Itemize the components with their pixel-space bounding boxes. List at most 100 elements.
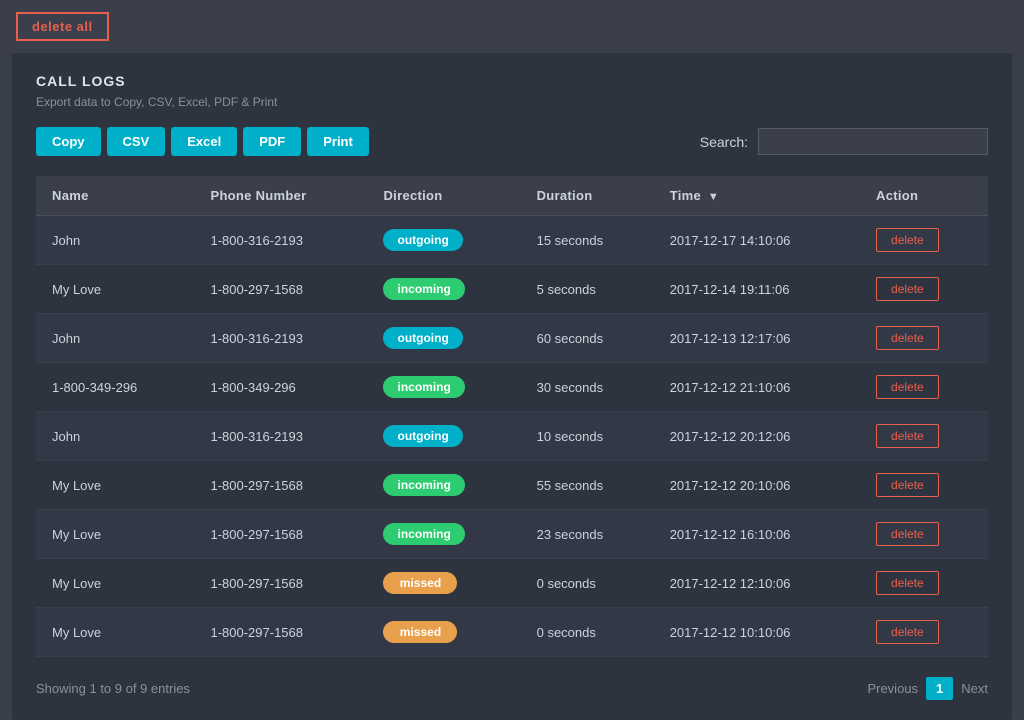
- col-direction: Direction: [367, 176, 520, 216]
- cell-name: John: [36, 216, 194, 265]
- cell-name: My Love: [36, 559, 194, 608]
- cell-name: My Love: [36, 461, 194, 510]
- delete-row-button[interactable]: delete: [876, 375, 939, 399]
- cell-direction: incoming: [367, 363, 520, 412]
- previous-button[interactable]: Previous: [867, 681, 918, 696]
- cell-action: delete: [860, 265, 988, 314]
- table-row: John 1-800-316-2193 outgoing 15 seconds …: [36, 216, 988, 265]
- cell-phone: 1-800-297-1568: [194, 265, 367, 314]
- cell-action: delete: [860, 314, 988, 363]
- export-csv-button[interactable]: CSV: [107, 127, 166, 156]
- cell-time: 2017-12-12 16:10:06: [654, 510, 860, 559]
- cell-time: 2017-12-14 19:11:06: [654, 265, 860, 314]
- cell-duration: 0 seconds: [521, 608, 654, 657]
- cell-time: 2017-12-13 12:17:06: [654, 314, 860, 363]
- next-button[interactable]: Next: [961, 681, 988, 696]
- search-area: Search:: [700, 128, 988, 155]
- cell-duration: 10 seconds: [521, 412, 654, 461]
- cell-direction: missed: [367, 559, 520, 608]
- delete-all-button[interactable]: delete all: [16, 12, 109, 41]
- table-header-row: Name Phone Number Direction Duration Tim…: [36, 176, 988, 216]
- cell-time: 2017-12-12 20:10:06: [654, 461, 860, 510]
- direction-badge: outgoing: [383, 327, 462, 349]
- cell-name: John: [36, 314, 194, 363]
- cell-phone: 1-800-297-1568: [194, 510, 367, 559]
- delete-row-button[interactable]: delete: [876, 571, 939, 595]
- search-input[interactable]: [758, 128, 988, 155]
- section-title: CALL LOGS: [36, 73, 988, 89]
- col-time[interactable]: Time ▼: [654, 176, 860, 216]
- table-row: My Love 1-800-297-1568 missed 0 seconds …: [36, 608, 988, 657]
- cell-time: 2017-12-12 12:10:06: [654, 559, 860, 608]
- cell-name: John: [36, 412, 194, 461]
- cell-time: 2017-12-12 10:10:06: [654, 608, 860, 657]
- section-subtitle: Export data to Copy, CSV, Excel, PDF & P…: [36, 95, 988, 109]
- cell-action: delete: [860, 412, 988, 461]
- cell-duration: 23 seconds: [521, 510, 654, 559]
- cell-phone: 1-800-316-2193: [194, 412, 367, 461]
- footer: Showing 1 to 9 of 9 entries Previous 1 N…: [36, 677, 988, 700]
- current-page[interactable]: 1: [926, 677, 953, 700]
- cell-duration: 15 seconds: [521, 216, 654, 265]
- delete-row-button[interactable]: delete: [876, 522, 939, 546]
- export-pdf-button[interactable]: PDF: [243, 127, 301, 156]
- toolbar: CopyCSVExcelPDFPrint Search:: [36, 127, 988, 156]
- cell-duration: 60 seconds: [521, 314, 654, 363]
- cell-time: 2017-12-12 20:12:06: [654, 412, 860, 461]
- table-row: My Love 1-800-297-1568 incoming 55 secon…: [36, 461, 988, 510]
- call-logs-table: Name Phone Number Direction Duration Tim…: [36, 176, 988, 657]
- cell-direction: incoming: [367, 265, 520, 314]
- cell-time: 2017-12-17 14:10:06: [654, 216, 860, 265]
- cell-direction: incoming: [367, 461, 520, 510]
- table-row: My Love 1-800-297-1568 missed 0 seconds …: [36, 559, 988, 608]
- direction-badge: outgoing: [383, 425, 462, 447]
- cell-direction: missed: [367, 608, 520, 657]
- col-phone: Phone Number: [194, 176, 367, 216]
- cell-direction: outgoing: [367, 216, 520, 265]
- cell-name: My Love: [36, 265, 194, 314]
- delete-row-button[interactable]: delete: [876, 620, 939, 644]
- cell-phone: 1-800-316-2193: [194, 314, 367, 363]
- table-row: John 1-800-316-2193 outgoing 60 seconds …: [36, 314, 988, 363]
- cell-duration: 0 seconds: [521, 559, 654, 608]
- cell-name: My Love: [36, 510, 194, 559]
- direction-badge: missed: [383, 621, 457, 643]
- col-name: Name: [36, 176, 194, 216]
- delete-row-button[interactable]: delete: [876, 473, 939, 497]
- cell-action: delete: [860, 608, 988, 657]
- cell-direction: outgoing: [367, 314, 520, 363]
- cell-action: delete: [860, 461, 988, 510]
- delete-row-button[interactable]: delete: [876, 424, 939, 448]
- cell-duration: 55 seconds: [521, 461, 654, 510]
- delete-row-button[interactable]: delete: [876, 326, 939, 350]
- table-row: My Love 1-800-297-1568 incoming 5 second…: [36, 265, 988, 314]
- cell-direction: incoming: [367, 510, 520, 559]
- cell-name: 1-800-349-296: [36, 363, 194, 412]
- sort-icon: ▼: [708, 191, 719, 203]
- cell-phone: 1-800-316-2193: [194, 216, 367, 265]
- cell-action: delete: [860, 216, 988, 265]
- cell-time: 2017-12-12 21:10:06: [654, 363, 860, 412]
- delete-row-button[interactable]: delete: [876, 228, 939, 252]
- table-row: John 1-800-316-2193 outgoing 10 seconds …: [36, 412, 988, 461]
- direction-badge: incoming: [383, 278, 464, 300]
- cell-action: delete: [860, 363, 988, 412]
- export-copy-button[interactable]: Copy: [36, 127, 101, 156]
- search-label: Search:: [700, 134, 748, 150]
- showing-text: Showing 1 to 9 of 9 entries: [36, 681, 190, 696]
- cell-duration: 30 seconds: [521, 363, 654, 412]
- export-excel-button[interactable]: Excel: [171, 127, 237, 156]
- delete-row-button[interactable]: delete: [876, 277, 939, 301]
- pagination: Previous 1 Next: [867, 677, 988, 700]
- table-row: 1-800-349-296 1-800-349-296 incoming 30 …: [36, 363, 988, 412]
- cell-action: delete: [860, 510, 988, 559]
- cell-direction: outgoing: [367, 412, 520, 461]
- cell-phone: 1-800-297-1568: [194, 559, 367, 608]
- cell-duration: 5 seconds: [521, 265, 654, 314]
- direction-badge: missed: [383, 572, 457, 594]
- col-duration: Duration: [521, 176, 654, 216]
- export-buttons: CopyCSVExcelPDFPrint: [36, 127, 369, 156]
- export-print-button[interactable]: Print: [307, 127, 369, 156]
- direction-badge: incoming: [383, 376, 464, 398]
- col-action: Action: [860, 176, 988, 216]
